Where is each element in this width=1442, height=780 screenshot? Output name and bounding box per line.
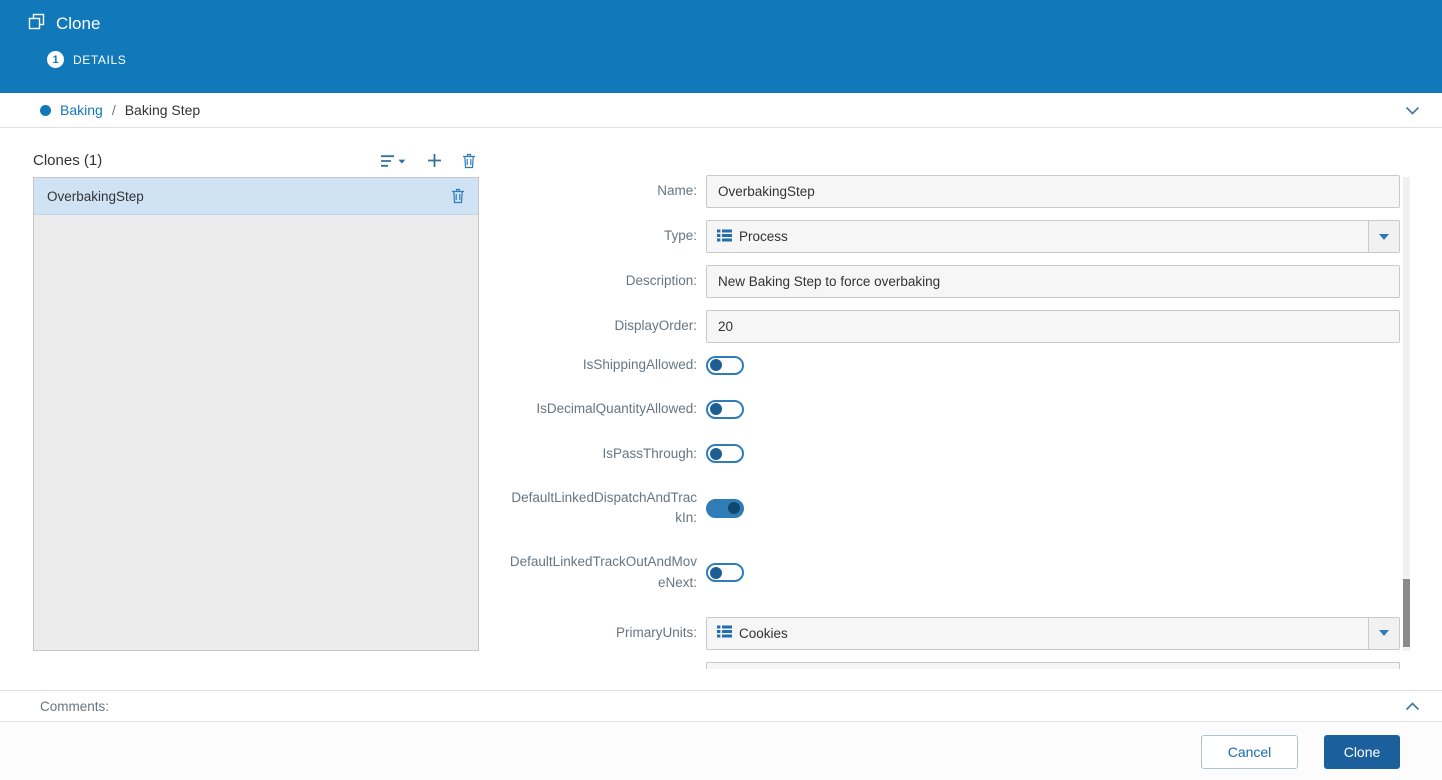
clone-form: Name: Type: Process: [479, 144, 1400, 681]
primaryunits-dropdown[interactable]: Cookies: [706, 617, 1400, 650]
item-delete-icon[interactable]: [451, 188, 465, 204]
delete-icon[interactable]: [462, 153, 476, 169]
primaryunits-value: Cookies: [739, 626, 788, 641]
clones-panel: Clones (1): [33, 144, 479, 681]
header: Clone 1 DETAILS: [0, 0, 1442, 93]
form-row-ispassthrough: IsPassThrough:: [505, 444, 1400, 464]
comments-label: Comments:: [40, 699, 109, 714]
entity-dot-icon: [40, 105, 51, 116]
form-row-isshippingallowed: IsShippingAllowed:: [505, 355, 1400, 375]
step-label[interactable]: DETAILS: [73, 53, 126, 67]
dropdown-caret-icon[interactable]: [1368, 618, 1399, 649]
field-label: Name:: [505, 181, 697, 201]
field-label: DisplayOrder:: [505, 316, 697, 336]
comments-collapse-chevron-icon[interactable]: [1405, 702, 1420, 711]
add-icon[interactable]: [427, 153, 442, 168]
field-label: IsShippingAllowed:: [505, 355, 697, 375]
scrollbar-thumb[interactable]: [1403, 579, 1410, 647]
dropdown-caret-icon[interactable]: [1368, 221, 1399, 252]
step-number-badge: 1: [47, 51, 64, 68]
comments-section: Comments:: [0, 690, 1442, 722]
defaultlinkeddispatchandtrackin-toggle[interactable]: [706, 499, 744, 518]
clones-panel-title: Clones (1): [33, 152, 102, 169]
form-row-name: Name:: [505, 175, 1400, 208]
form-row-primaryunits: PrimaryUnits: Cookies: [505, 617, 1400, 650]
displayorder-input[interactable]: [706, 310, 1400, 343]
filter-icon[interactable]: [380, 154, 407, 168]
type-value: Process: [739, 229, 788, 244]
entity-icon: [717, 625, 732, 641]
content: Clones (1): [0, 128, 1442, 681]
defaultlinkedtrackoutandmovenext-toggle[interactable]: [706, 563, 744, 582]
form-row-defaultlinkeddispatchandtrackin: DefaultLinkedDispatchAndTrackIn:: [505, 488, 1400, 529]
form-row-isdecimalquantityallowed: IsDecimalQuantityAllowed:: [505, 399, 1400, 419]
page-title: Clone: [56, 14, 100, 34]
ispassthrough-toggle[interactable]: [706, 444, 744, 463]
clone-icon: [28, 13, 45, 35]
breadcrumb-current: Baking Step: [125, 102, 201, 118]
entity-icon: [717, 229, 732, 245]
partial-next-field: [706, 662, 1400, 669]
breadcrumb-separator: /: [112, 102, 116, 118]
form-row-defaultlinkedtrackoutandmovenext: DefaultLinkedTrackOutAndMoveNext:: [505, 552, 1400, 593]
isshippingallowed-toggle[interactable]: [706, 356, 744, 375]
field-label: IsPassThrough:: [505, 444, 697, 464]
form-row-type: Type: Process: [505, 220, 1400, 253]
field-label: Type:: [505, 226, 697, 246]
list-item[interactable]: OverbakingStep: [34, 178, 478, 215]
field-label: Description:: [505, 271, 697, 291]
isdecimalquantityallowed-toggle[interactable]: [706, 400, 744, 419]
field-label: IsDecimalQuantityAllowed:: [505, 399, 697, 419]
cancel-button[interactable]: Cancel: [1201, 735, 1298, 769]
form-row-description: Description:: [505, 265, 1400, 298]
wizard-steps: 1 DETAILS: [0, 35, 1442, 68]
name-input[interactable]: [706, 175, 1400, 208]
description-input[interactable]: [706, 265, 1400, 298]
clone-item-name: OverbakingStep: [47, 189, 144, 204]
form-scrollbar[interactable]: [1403, 177, 1410, 651]
field-label: DefaultLinkedTrackOutAndMoveNext:: [505, 552, 697, 593]
field-label: DefaultLinkedDispatchAndTrackIn:: [505, 488, 697, 529]
clone-list: OverbakingStep: [33, 177, 479, 651]
type-dropdown[interactable]: Process: [706, 220, 1400, 253]
clone-dialog: Clone 1 DETAILS Baking / Baking Step Clo…: [0, 0, 1442, 780]
footer: Cancel Clone: [0, 723, 1442, 780]
breadcrumb: Baking / Baking Step: [0, 93, 1442, 128]
breadcrumb-parent[interactable]: Baking: [60, 102, 103, 118]
form-row-displayorder: DisplayOrder:: [505, 310, 1400, 343]
form-row-partial: [505, 662, 1400, 669]
clone-button[interactable]: Clone: [1324, 735, 1400, 769]
collapse-chevron-icon[interactable]: [1405, 106, 1420, 115]
field-label: PrimaryUnits:: [505, 623, 697, 643]
